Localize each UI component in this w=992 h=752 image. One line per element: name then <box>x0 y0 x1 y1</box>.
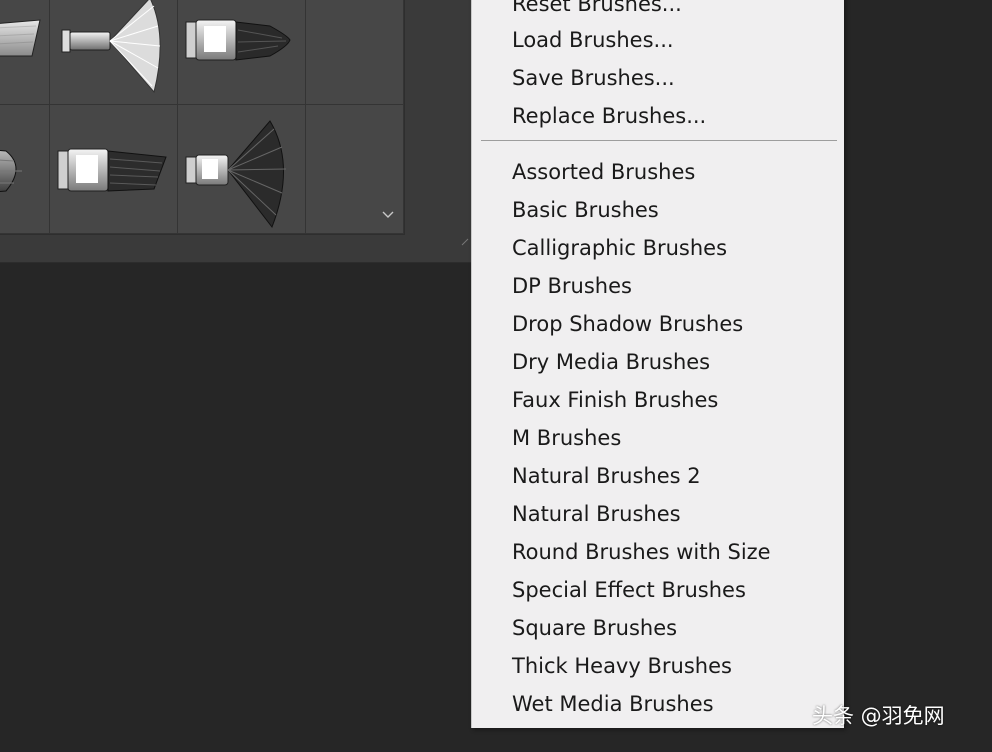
brush-preset-cell[interactable] <box>178 0 306 105</box>
menu-item-replace-brushes[interactable]: Replace Brushes... <box>512 97 706 135</box>
menu-item-drop-shadow-brushes[interactable]: Drop Shadow Brushes <box>512 305 743 343</box>
brush-preset-cell[interactable] <box>178 105 306 234</box>
watermark-text: 头条 @羽免网 <box>812 704 945 728</box>
menu-item-assorted-brushes[interactable]: Assorted Brushes <box>512 153 695 191</box>
menu-item-dry-media-brushes[interactable]: Dry Media Brushes <box>512 343 710 381</box>
fan-brush-icon <box>61 0 161 94</box>
menu-item-load-brushes[interactable]: Load Brushes... <box>512 21 674 59</box>
screen: Reset Brushes... Load Brushes... Save Br… <box>0 0 992 752</box>
chevron-down-icon[interactable] <box>380 206 396 222</box>
menu-item-dp-brushes[interactable]: DP Brushes <box>512 267 632 305</box>
menu-item-round-brushes-with-size[interactable]: Round Brushes with Size <box>512 533 771 571</box>
brush-preset-cell[interactable] <box>0 0 50 105</box>
menu-item-m-brushes[interactable]: M Brushes <box>512 419 621 457</box>
brush-preset-grid <box>0 0 405 235</box>
brush-preset-cell[interactable] <box>50 105 178 234</box>
brush-preset-cell[interactable] <box>0 105 50 234</box>
menu-item-calligraphic-brushes[interactable]: Calligraphic Brushes <box>512 229 727 267</box>
resize-grip-icon[interactable] <box>461 238 469 246</box>
flat-angle-brush-icon <box>57 148 167 192</box>
menu-item-natural-brushes-2[interactable]: Natural Brushes 2 <box>512 457 701 495</box>
menu-item-basic-brushes[interactable]: Basic Brushes <box>512 191 659 229</box>
fan-brush-dark-icon <box>185 120 287 229</box>
menu-item-faux-finish-brushes[interactable]: Faux Finish Brushes <box>512 381 718 419</box>
menu-item-reset-brushes[interactable]: Reset Brushes... <box>512 0 682 23</box>
brush-preset-cell[interactable] <box>306 0 404 105</box>
menu-separator <box>481 140 837 141</box>
filbert-brush-icon <box>185 19 291 61</box>
menu-item-save-brushes[interactable]: Save Brushes... <box>512 59 675 97</box>
menu-item-wet-media-brushes[interactable]: Wet Media Brushes <box>512 685 714 723</box>
brush-preset-cell[interactable] <box>50 0 178 105</box>
flat-brush-icon <box>0 19 41 57</box>
menu-item-natural-brushes[interactable]: Natural Brushes <box>512 495 681 533</box>
round-brush-icon <box>0 149 22 193</box>
brush-preset-panel <box>0 0 472 263</box>
menu-item-special-effect-brushes[interactable]: Special Effect Brushes <box>512 571 746 609</box>
menu-item-thick-heavy-brushes[interactable]: Thick Heavy Brushes <box>512 647 732 685</box>
menu-item-square-brushes[interactable]: Square Brushes <box>512 609 677 647</box>
brush-panel-flyout-menu: Reset Brushes... Load Brushes... Save Br… <box>471 0 844 728</box>
